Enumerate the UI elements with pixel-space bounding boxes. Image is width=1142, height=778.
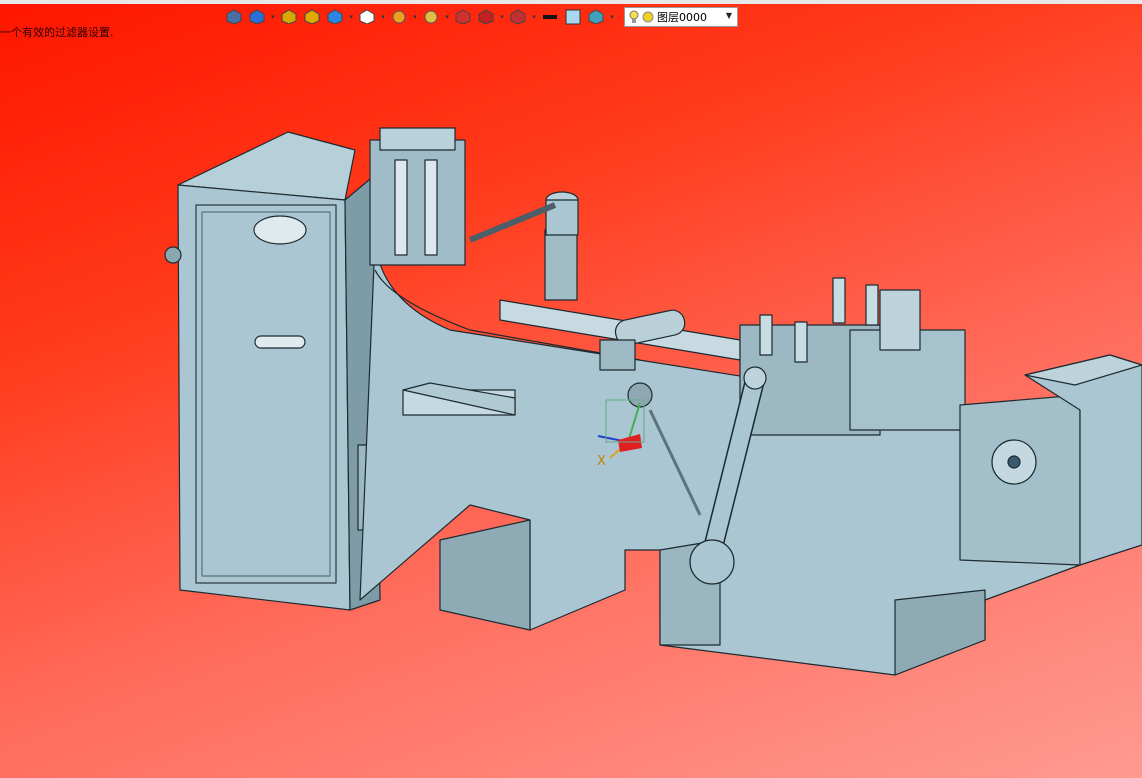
feeder-assembly[interactable]: [369, 127, 579, 301]
triad-x-label: X: [597, 454, 606, 469]
cad-viewport[interactable]: X: [0, 0, 1142, 778]
cabinet[interactable]: [164, 131, 383, 611]
